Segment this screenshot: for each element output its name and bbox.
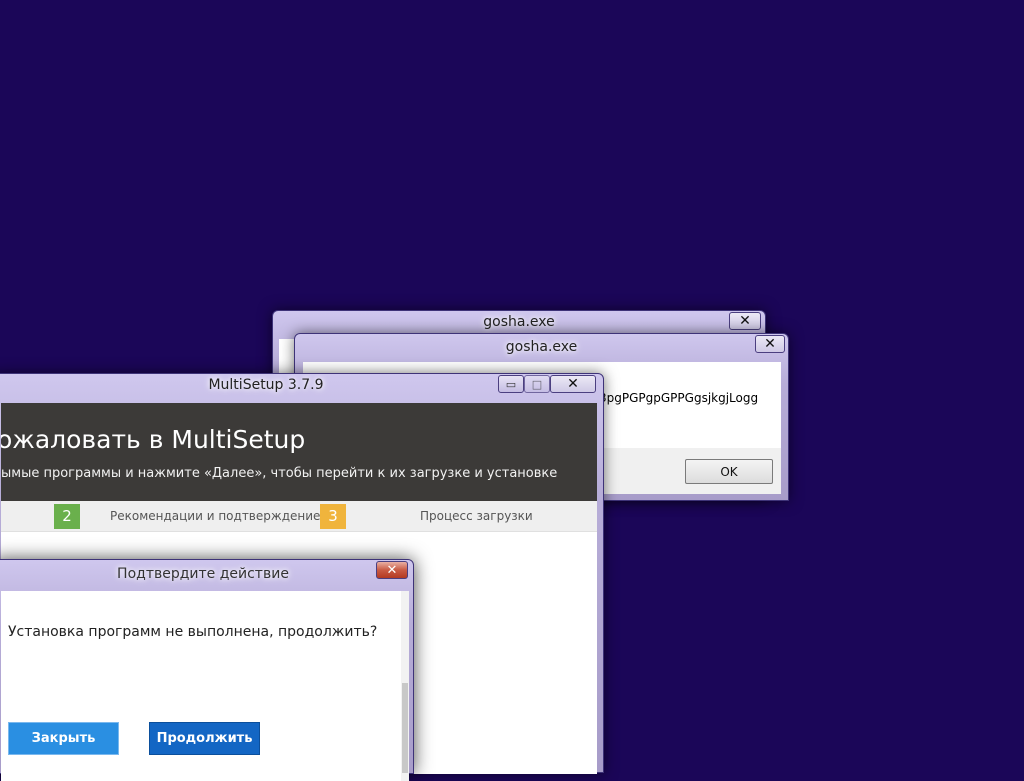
close-icon: ✕ (739, 313, 751, 329)
close-icon: ✕ (764, 336, 776, 352)
confirm-title: Подтвердите действие (117, 566, 289, 582)
step-2-label: Рекомендации и подтверждение (110, 509, 321, 523)
multisetup-header: ожаловать в MultiSetup ымые программы и … (1, 403, 597, 501)
minimize-button[interactable]: ▭ (498, 375, 524, 393)
maximize-button[interactable]: □ (524, 375, 550, 393)
step-3-number: 3 (320, 504, 346, 529)
multisetup-close-button[interactable]: ✕ (550, 375, 596, 393)
welcome-heading: ожаловать в MultiSetup (1, 425, 306, 454)
confirm-message: Установка программ не выполнена, продолж… (8, 624, 378, 640)
close-icon: ✕ (567, 376, 579, 392)
confirm-close-button[interactable]: ✕ (376, 561, 408, 579)
gosha-back-title: gosha.exe (483, 314, 555, 330)
close-button[interactable]: Закрыть (8, 722, 119, 755)
maximize-icon: □ (531, 377, 543, 391)
gosha-back-close-button[interactable]: ✕ (729, 312, 761, 330)
confirm-client: Установка программ не выполнена, продолж… (1, 591, 409, 781)
ok-button[interactable]: OK (685, 459, 773, 484)
scrollbar[interactable] (401, 591, 409, 781)
gosha-front-title: gosha.exe (505, 339, 578, 355)
step-3-label: Процесс загрузки (420, 509, 533, 523)
welcome-subheading: ымые программы и нажмите «Далее», чтобы … (1, 466, 558, 481)
close-icon: ✕ (386, 562, 398, 578)
step-2-number: 2 (54, 504, 80, 529)
continue-button[interactable]: Продолжить (149, 722, 260, 755)
step-bar: 2 Рекомендации и подтверждение 3 Процесс… (1, 501, 597, 532)
gosha-front-close-button[interactable]: ✕ (755, 335, 785, 353)
scrollbar-thumb[interactable] (402, 683, 408, 773)
confirm-dialog: Подтвердите действие ✕ Установка програм… (0, 559, 414, 781)
gosha-message-text: 3pgPGPgpGPPGgsjkgjLogg (599, 391, 759, 405)
minimize-icon: ▭ (505, 377, 517, 391)
